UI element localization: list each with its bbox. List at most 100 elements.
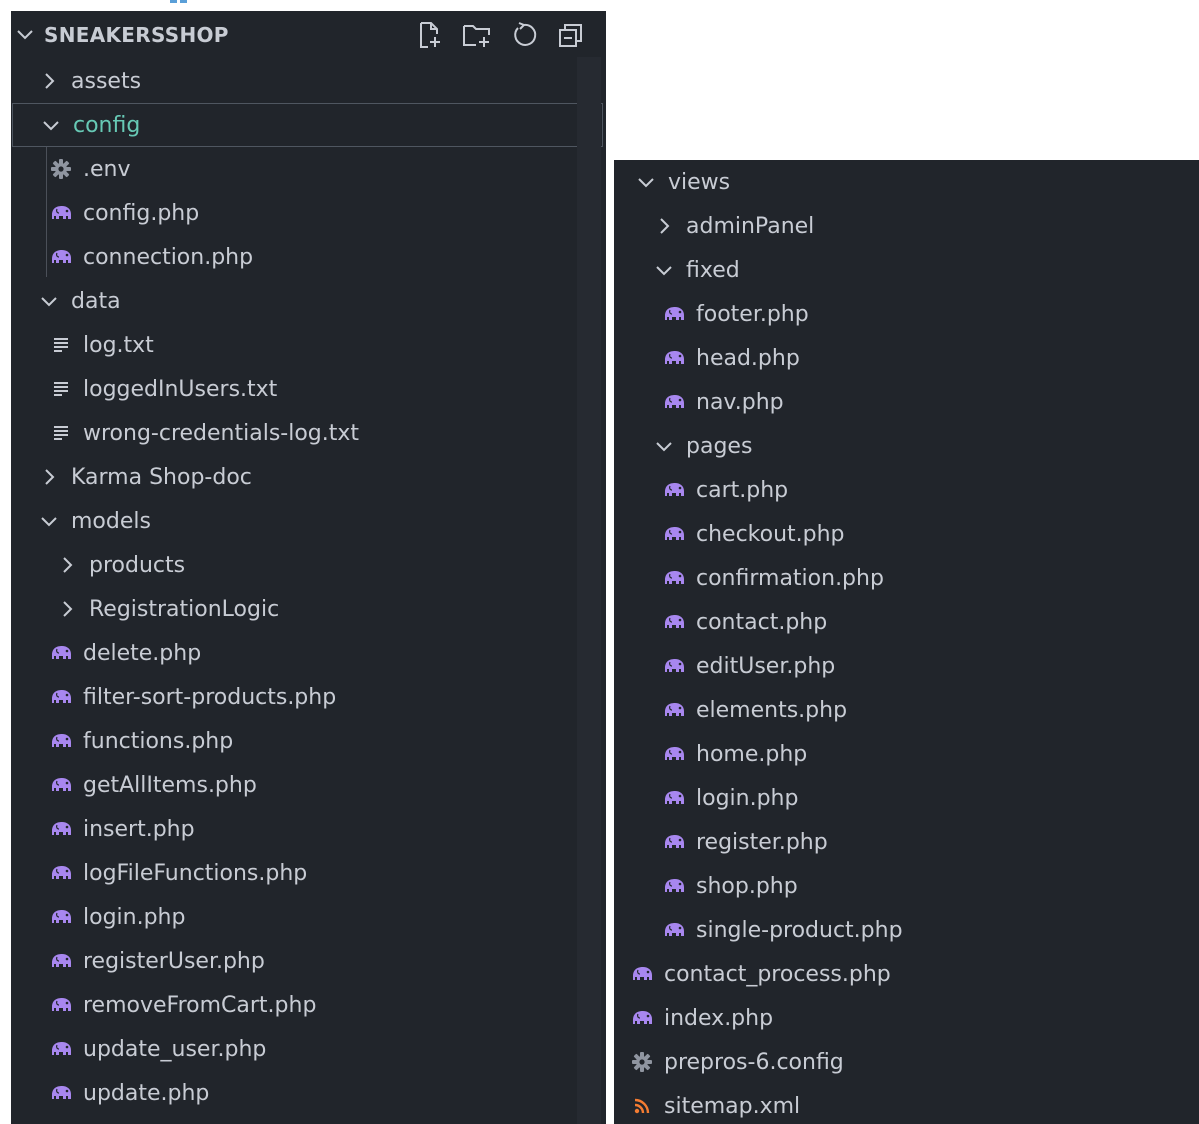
php-file-icon (49, 1037, 73, 1061)
chevron-right-icon (55, 553, 79, 577)
php-file-icon (630, 962, 654, 986)
tree-folder[interactable]: assets (11, 59, 606, 103)
tree-file[interactable]: config.php (11, 191, 606, 235)
tree-item-label: index.php (664, 1005, 774, 1031)
tree-file[interactable]: shop.php (614, 864, 1199, 908)
tree-item-label: config.php (83, 200, 200, 226)
tree-file[interactable]: register.php (614, 820, 1199, 864)
tree-item-label: getAllItems.php (83, 772, 257, 798)
text-file-icon (49, 377, 73, 401)
tree-file[interactable]: sitemap.xml (614, 1084, 1199, 1124)
scrollbar[interactable] (577, 57, 601, 1124)
chevron-down-icon (37, 289, 61, 313)
tree-item-label: .env (83, 156, 131, 182)
explorer-actions (413, 19, 588, 51)
tree-item-label: registerUser.php (83, 948, 265, 974)
tree-file[interactable]: checkout.php (614, 512, 1199, 556)
tree-file[interactable]: logFileFunctions.php (11, 851, 606, 895)
tree-item-label: shop.php (696, 873, 798, 899)
tree-item-label: filter-sort-products.php (83, 684, 337, 710)
tree-file[interactable]: login.php (614, 776, 1199, 820)
tree-file[interactable]: elements.php (614, 688, 1199, 732)
tree-file[interactable]: registerUser.php (11, 939, 606, 983)
php-file-icon (662, 654, 686, 678)
tree-item-label: confirmation.php (696, 565, 884, 591)
tree-item-label: views (668, 169, 731, 195)
tree-file[interactable]: functions.php (11, 719, 606, 763)
tree-file[interactable]: single-product.php (614, 908, 1199, 952)
tree-folder[interactable]: fixed (614, 248, 1199, 292)
explorer-header[interactable]: SNEAKERSSHOP (11, 11, 606, 57)
tree-item-label: contact.php (696, 609, 828, 635)
tree-item-label: RegistrationLogic (89, 596, 280, 622)
php-file-icon (662, 698, 686, 722)
tree-file[interactable]: nav.php (614, 380, 1199, 424)
tree-item-label: pages (686, 433, 753, 459)
rss-icon (630, 1094, 654, 1118)
tree-file[interactable]: insert.php (11, 807, 606, 851)
tree-item-label: insert.php (83, 816, 195, 842)
tree-item-label: login.php (83, 904, 186, 930)
tree-item-label: footer.php (696, 301, 809, 327)
tree-folder[interactable]: config (12, 103, 603, 147)
new-folder-icon[interactable] (460, 19, 494, 51)
php-file-icon (49, 905, 73, 929)
php-file-icon (49, 245, 73, 269)
php-file-icon (662, 610, 686, 634)
tree-item-label: removeFromCart.php (83, 992, 317, 1018)
php-file-icon (49, 1081, 73, 1105)
tree-file[interactable]: .env (11, 147, 606, 191)
tree-folder[interactable]: models (11, 499, 606, 543)
php-file-icon (662, 302, 686, 326)
tree-folder[interactable]: data (11, 279, 606, 323)
chevron-down-icon (652, 434, 676, 458)
tree-folder[interactable]: Karma Shop-doc (11, 455, 606, 499)
tree-file[interactable]: editUser.php (614, 644, 1199, 688)
chevron-down-icon (39, 113, 63, 137)
tree-folder[interactable]: views (614, 160, 1199, 204)
collapse-all-icon[interactable] (554, 19, 588, 51)
tree-file[interactable]: login.php (11, 895, 606, 939)
tree-folder[interactable]: pages (614, 424, 1199, 468)
tree-file[interactable]: prepros-6.config (614, 1040, 1199, 1084)
tree-file[interactable]: filter-sort-products.php (11, 675, 606, 719)
tree-folder[interactable]: RegistrationLogic (11, 587, 606, 631)
tree-item-label: models (71, 508, 151, 534)
refresh-icon[interactable] (507, 19, 541, 51)
tree-file[interactable]: getAllItems.php (11, 763, 606, 807)
tree-file[interactable]: contact.php (614, 600, 1199, 644)
tree-item-label: update.php (83, 1080, 210, 1106)
tree-file[interactable]: loggedInUsers.txt (11, 367, 606, 411)
tree-file[interactable]: delete.php (11, 631, 606, 675)
tree-item-label: sitemap.xml (664, 1093, 801, 1119)
tree-file[interactable]: cart.php (614, 468, 1199, 512)
tree-folder[interactable]: adminPanel (614, 204, 1199, 248)
tree-file[interactable]: wrong-credentials-log.txt (11, 411, 606, 455)
php-file-icon (49, 949, 73, 973)
tree-file[interactable]: confirmation.php (614, 556, 1199, 600)
tree-folder[interactable]: products (11, 543, 606, 587)
explorer-panel-left: SNEAKERSSHOP assets config .env config.php c… (11, 11, 606, 1124)
chevron-down-icon[interactable] (13, 22, 37, 50)
tree-file[interactable]: update.php (11, 1071, 606, 1115)
tree-file[interactable]: home.php (614, 732, 1199, 776)
explorer-panel-right: views adminPanel fixed footer.php head.php na… (614, 160, 1199, 1124)
tree-item-label: update_user.php (83, 1036, 267, 1062)
tree-item-label: login.php (696, 785, 799, 811)
tree-file[interactable]: update_user.php (11, 1027, 606, 1071)
tree-item-label: elements.php (696, 697, 848, 723)
new-file-icon[interactable] (413, 19, 447, 51)
gear-icon (49, 157, 73, 181)
tree-file[interactable]: head.php (614, 336, 1199, 380)
php-file-icon (662, 874, 686, 898)
tree-item-label: contact_process.php (664, 961, 891, 987)
tree-item-label: fixed (686, 257, 740, 283)
tree-file[interactable]: removeFromCart.php (11, 983, 606, 1027)
tree-file[interactable]: log.txt (11, 323, 606, 367)
tree-item-label: single-product.php (696, 917, 903, 943)
tree-file[interactable]: footer.php (614, 292, 1199, 336)
tree-item-label: Karma Shop-doc (71, 464, 252, 490)
tree-file[interactable]: connection.php (11, 235, 606, 279)
tree-file[interactable]: contact_process.php (614, 952, 1199, 996)
tree-file[interactable]: index.php (614, 996, 1199, 1040)
